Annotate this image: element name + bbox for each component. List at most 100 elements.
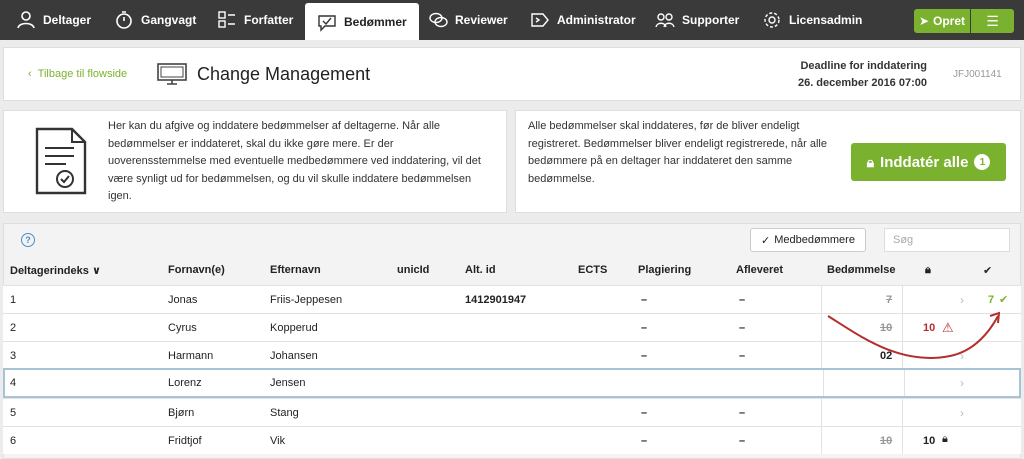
cell-index: 4 [10, 377, 17, 389]
column-header-index[interactable]: Deltagerindeks ∨ [10, 264, 101, 277]
speech-check-icon [317, 12, 337, 32]
chevron-right-icon[interactable]: › [960, 293, 964, 307]
cell-lastname: Jensen [270, 377, 306, 389]
column-header-altid[interactable]: Alt. id [465, 264, 496, 276]
chat-bubbles-icon [428, 10, 448, 30]
cell-locked-grade: 10 [923, 435, 936, 447]
header-panel [3, 47, 1021, 101]
cell-submitted: – [739, 407, 746, 419]
page-title: Change Management [197, 64, 371, 84]
cell-altid: 1412901947 [465, 294, 527, 306]
cell-plagiarism: – [641, 435, 648, 447]
cell-index: 3 [10, 350, 17, 362]
chevron-left-icon: ‹ [28, 68, 32, 80]
case-id: JFJ001141 [953, 69, 1002, 80]
table-row[interactable]: 6 Fridtjof Vik – – 10 10 🔒︎ [3, 426, 1021, 454]
info-text-right: Alle bedømmelser skal inddateres, før de… [528, 120, 827, 185]
help-icon[interactable]: ? [21, 233, 35, 247]
arrow-tag-icon [530, 10, 550, 30]
cell-firstname: Lorenz [168, 377, 202, 389]
nav-gangvagt[interactable]: Gangvagt [114, 0, 196, 40]
cell-firstname: Cyrus [168, 322, 197, 334]
column-header-ects[interactable]: ECTS [578, 264, 607, 276]
cell-index: 5 [10, 407, 17, 419]
annotation-arrow [827, 311, 1001, 359]
chevron-down-icon: ∨ [91, 265, 101, 277]
column-header-unicid[interactable]: unicId [397, 264, 429, 276]
cell-firstname: Harmann [168, 350, 214, 362]
nav-bedommer[interactable]: Bedømmer [305, 3, 419, 40]
header-label: Deltagerindeks [10, 265, 89, 277]
gear-icon [762, 10, 782, 30]
cell-submitted: – [739, 350, 746, 362]
table-row-selected[interactable]: 4 Lorenz Jensen › [3, 368, 1021, 398]
co-assessors-button[interactable]: ✓ Medbedømmere [750, 228, 866, 252]
check-circle-icon: ✔ [983, 265, 993, 277]
nav-deltager[interactable]: Deltager [16, 0, 91, 40]
cell-grade[interactable]: 7 [886, 294, 892, 306]
cell-firstname: Bjørn [168, 407, 195, 419]
cell-lastname: Kopperud [270, 322, 318, 334]
cell-submitted: – [739, 435, 746, 447]
cell-final-grade: 7 [988, 294, 995, 306]
nav-label: Bedømmer [344, 14, 407, 29]
search-input[interactable] [884, 228, 1010, 252]
cell-plagiarism: – [641, 294, 648, 306]
cell-plagiarism: – [641, 350, 648, 362]
back-label: Tilbage til flowside [37, 68, 128, 80]
table-row[interactable]: 5 Bjørn Stang – – › [3, 398, 1021, 426]
column-header-firstname[interactable]: Fornavn(e) [168, 264, 225, 276]
nav-label: Administrator [557, 13, 636, 27]
cell-submitted: – [739, 322, 746, 334]
cell-lastname: Stang [270, 407, 299, 419]
deadline-label: Deadline for inddatering [800, 60, 927, 72]
monitor-icon [157, 63, 187, 85]
submit-all-button[interactable]: 🔒︎ Inddatér alle 1 [851, 143, 1006, 181]
cell-submitted: – [739, 294, 746, 306]
nav-supporter[interactable]: Supporter [655, 0, 739, 40]
stopwatch-icon [114, 10, 134, 30]
nav-administrator[interactable]: Administrator [530, 0, 636, 40]
arrow-tag-icon: ➤ [918, 14, 930, 28]
column-header-lastname[interactable]: Efternavn [270, 264, 321, 276]
nav-label: Licensadmin [789, 13, 863, 27]
lock-icon: 🔒︎ [942, 433, 948, 445]
nav-label: Reviewer [455, 13, 508, 27]
hamburger-icon[interactable]: ☰ [971, 9, 1014, 33]
create-label: Opret [933, 14, 966, 28]
cell-grade[interactable]: 10 [880, 435, 892, 447]
cell-firstname: Jonas [168, 294, 198, 306]
column-header-submitted[interactable]: Afleveret [736, 264, 783, 276]
cell-plagiarism: – [641, 407, 648, 419]
column-header-plagiarism[interactable]: Plagiering [638, 264, 691, 276]
cell-index: 2 [10, 322, 17, 334]
nav-label: Gangvagt [141, 13, 197, 27]
nav-forfatter[interactable]: Forfatter [217, 0, 293, 40]
cell-index: 6 [10, 435, 17, 447]
cell-lastname: Vik [270, 435, 286, 447]
co-assessors-label: Medbedømmere [774, 234, 855, 246]
nav-label: Supporter [682, 13, 740, 27]
back-link[interactable]: ‹ Tilbage til flowside [28, 68, 127, 80]
lock-icon: 🔒︎ [925, 264, 931, 276]
lock-icon: 🔒︎ [866, 153, 875, 170]
group-icon [655, 10, 675, 30]
cell-lastname: Friis-Jeppesen [270, 294, 343, 306]
nav-label: Deltager [43, 13, 92, 27]
nav-label: Forfatter [244, 13, 294, 27]
column-header-grade[interactable]: Bedømmelse [827, 264, 895, 276]
cell-lastname: Johansen [270, 350, 318, 362]
submit-all-count: 1 [974, 154, 991, 170]
info-text-left: Her kan du afgive og inddatere bedømmels… [108, 120, 481, 202]
chevron-right-icon[interactable]: › [960, 406, 964, 420]
nav-reviewer[interactable]: Reviewer [428, 0, 508, 40]
nav-licensadmin[interactable]: Licensadmin [762, 0, 862, 40]
document-check-icon [35, 127, 87, 195]
checklist-icon [217, 10, 237, 30]
cell-firstname: Fridtjof [168, 435, 202, 447]
user-icon [16, 10, 36, 30]
chevron-right-icon[interactable]: › [960, 376, 964, 390]
check-circle-icon: ✔ [999, 294, 1009, 306]
create-button[interactable]: ➤ Opret [914, 9, 970, 33]
submit-all-label: Inddatér alle [880, 153, 969, 171]
